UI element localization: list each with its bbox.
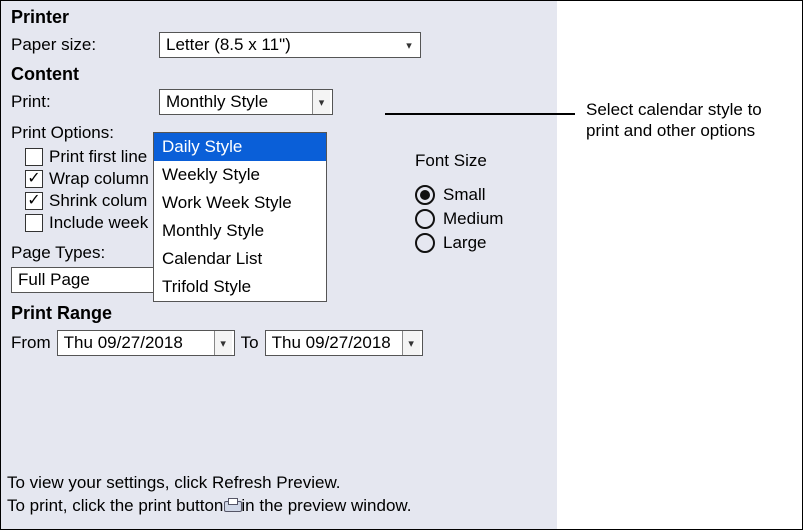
print-options-label: Print Options: [11,123,114,143]
callout-text: Select calendar style to print and other… [586,99,786,142]
dropdown-option-calendar[interactable]: Calendar List [154,245,326,273]
printer-heading: Printer [11,7,547,28]
font-size-group: Font Size Small Medium Large [415,151,503,257]
print-range-heading: Print Range [11,303,547,324]
radio-label: Small [443,185,486,205]
radio-label: Medium [443,209,503,229]
dropdown-option-weekly[interactable]: Weekly Style [154,161,326,189]
from-date-select[interactable]: Thu 09/27/2018 ▾ [57,330,235,356]
page-types-value: Full Page [18,270,90,290]
dropdown-option-trifold[interactable]: Trifold Style [154,273,326,301]
from-label: From [11,333,51,353]
radio-large[interactable] [415,233,435,253]
checkbox-print-first-line[interactable] [25,148,43,166]
print-label: Print: [11,92,151,112]
content-heading: Content [11,64,547,85]
checkbox-wrap-column[interactable]: ✓ [25,170,43,188]
chevron-down-icon: ▾ [214,331,232,355]
paper-size-value: Letter (8.5 x 11") [166,35,291,55]
to-date-value: Thu 09/27/2018 [272,333,391,353]
from-date-value: Thu 09/27/2018 [64,333,183,353]
radio-medium[interactable] [415,209,435,229]
chevron-down-icon: ▾ [400,33,418,57]
checkbox-label: Print first line [49,147,147,167]
to-label: To [241,333,259,353]
chevron-down-icon: ▾ [402,331,420,355]
checkbox-label: Shrink colum [49,191,147,211]
callout-line [385,113,575,115]
checkbox-shrink-column[interactable]: ✓ [25,192,43,210]
checkbox-label: Wrap column [49,169,149,189]
printer-icon [224,499,240,513]
font-size-label: Font Size [415,151,503,171]
print-style-dropdown[interactable]: Daily Style Weekly Style Work Week Style… [153,132,327,302]
radio-label: Large [443,233,486,253]
dropdown-option-workweek[interactable]: Work Week Style [154,189,326,217]
print-settings-panel: Printer Paper size: Letter (8.5 x 11") ▾… [1,1,557,529]
paper-size-label: Paper size: [11,35,151,55]
print-style-value: Monthly Style [166,92,268,112]
to-date-select[interactable]: Thu 09/27/2018 ▾ [265,330,423,356]
chevron-down-icon: ▾ [312,90,330,114]
dropdown-option-monthly[interactable]: Monthly Style [154,217,326,245]
dropdown-option-daily[interactable]: Daily Style [154,133,326,161]
footer-line1: To view your settings, click Refresh Pre… [7,473,411,493]
footer-instructions: To view your settings, click Refresh Pre… [7,470,411,519]
print-style-select[interactable]: Monthly Style ▾ [159,89,333,115]
paper-size-select[interactable]: Letter (8.5 x 11") ▾ [159,32,421,58]
checkbox-label: Include week [49,213,148,233]
checkbox-include-week[interactable] [25,214,43,232]
footer-line2: To print, click the print buttonin the p… [7,496,411,516]
radio-small[interactable] [415,185,435,205]
